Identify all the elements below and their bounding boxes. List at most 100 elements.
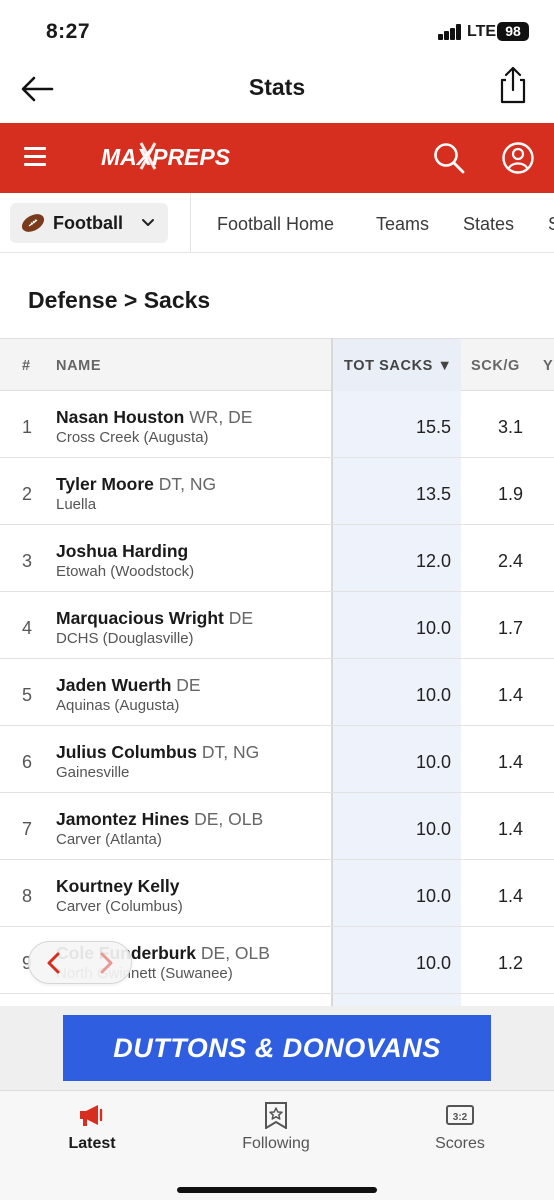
table-row[interactable]: 4 Marquacious Wright DE DCHS (Douglasvil…	[0, 592, 554, 659]
account-button[interactable]	[501, 141, 535, 175]
battery-icon: 98	[497, 22, 529, 41]
sck-per-game-value: 1.4	[497, 886, 523, 906]
status-time: 8:27	[46, 20, 91, 43]
table-row[interactable]: 6 Julius Columbus DT, NG Gainesville 10.…	[0, 726, 554, 793]
home-indicator	[177, 1187, 377, 1193]
brand-bar: MAXPREPS	[0, 123, 554, 193]
row-rank: 2	[22, 484, 33, 504]
table-row[interactable]: 5 Jaden Wuerth DE Aquinas (Augusta) 10.0…	[0, 659, 554, 726]
col-tot-sacks[interactable]: TOT SACKS ▼	[344, 358, 453, 374]
section-title: Defense > Sacks	[28, 287, 211, 313]
player-school[interactable]: Gainesville	[56, 764, 129, 781]
sck-per-game-value: 1.4	[497, 752, 523, 772]
sck-per-game-value: 3.1	[497, 417, 523, 437]
search-icon	[434, 143, 465, 174]
page-navigator	[28, 941, 132, 984]
sck-per-game-value: 1.4	[497, 685, 523, 705]
sport-selected-label: Football	[53, 213, 123, 233]
tab-scores[interactable]: 3:2 Scores	[368, 1091, 552, 1171]
player-name[interactable]: Tyler Moore DT, NG	[56, 474, 216, 495]
account-icon	[502, 142, 534, 174]
tot-sacks-value: 15.5	[415, 417, 451, 437]
ad-text: DUTTONS & DONOVANS	[113, 1033, 441, 1063]
ad-banner[interactable]: DUTTONS & DONOVANS	[63, 1015, 491, 1081]
megaphone-icon	[80, 1105, 103, 1126]
row-rank: 5	[22, 685, 33, 705]
table-row[interactable]: 3 Joshua Harding Etowah (Woodstock) 12.0…	[0, 525, 554, 592]
maxpreps-logo[interactable]: MAXPREPS	[101, 139, 231, 177]
tot-sacks-value: 13.5	[415, 484, 451, 504]
tot-sacks-value: 10.0	[415, 886, 451, 906]
stats-table: # NAME TOT SACKS ▼ SCK/G Y 1 Nasan Houst…	[0, 338, 554, 1006]
col-sck-per-game[interactable]: SCK/G	[471, 358, 520, 374]
chevron-left-icon[interactable]	[43, 951, 67, 975]
player-school[interactable]: Carver (Columbus)	[56, 898, 183, 915]
row-rank: 1	[22, 417, 33, 437]
divider	[190, 193, 191, 252]
tab-label-scores: Scores	[435, 1135, 485, 1152]
sck-per-game-value: 1.9	[497, 484, 523, 504]
player-position: DT, NG	[201, 742, 260, 762]
player-position: WR, DE	[189, 407, 253, 427]
nav-link-teams[interactable]: Teams	[376, 214, 429, 235]
row-rank: 4	[22, 618, 33, 638]
col-rank: #	[22, 358, 31, 374]
scoreboard-icon: 3:2	[446, 1105, 474, 1125]
table-row[interactable]: 1 Nasan Houston WR, DE Cross Creek (Augu…	[0, 391, 554, 458]
sport-selector[interactable]: Football	[10, 203, 168, 243]
chevron-right-icon[interactable]	[93, 951, 117, 975]
row-rank: 3	[22, 551, 33, 571]
sck-per-game-value: 1.7	[497, 618, 523, 638]
row-rank: 7	[22, 819, 33, 839]
player-name[interactable]: Kourtney Kelly	[56, 876, 180, 897]
signal-icon	[438, 24, 464, 40]
row-rank: 8	[22, 886, 33, 906]
player-position: DE	[176, 675, 201, 695]
col-next[interactable]: Y	[543, 358, 553, 374]
player-name[interactable]: Jaden Wuerth DE	[56, 675, 201, 696]
player-name[interactable]: Nasan Houston WR, DE	[56, 407, 252, 428]
sck-per-game-value: 1.4	[497, 819, 523, 839]
table-row[interactable]: 8 Kourtney Kelly Carver (Columbus) 10.0 …	[0, 860, 554, 927]
tot-sacks-value: 10.0	[415, 618, 451, 638]
status-bar: 8:27 LTE 98	[0, 0, 554, 64]
sck-per-game-value: 1.2	[497, 953, 523, 973]
share-icon	[500, 66, 526, 104]
table-header: # NAME TOT SACKS ▼ SCK/G Y	[0, 338, 554, 391]
table-row[interactable]: 7 Jamontez Hines DE, OLB Carver (Atlanta…	[0, 793, 554, 860]
svg-text:3:2: 3:2	[453, 1112, 468, 1123]
tab-latest[interactable]: Latest	[0, 1091, 184, 1171]
tab-label-following: Following	[242, 1135, 310, 1152]
player-school[interactable]: Carver (Atlanta)	[56, 831, 162, 848]
tab-label-latest: Latest	[68, 1135, 116, 1152]
nav-link-football-home[interactable]: Football Home	[217, 214, 334, 235]
player-school[interactable]: Luella	[56, 496, 96, 513]
ad-area: DUTTONS & DONOVANS	[0, 1006, 554, 1090]
app-header: Stats	[0, 60, 554, 118]
tot-sacks-value: 10.0	[415, 752, 451, 772]
search-button[interactable]	[432, 141, 466, 175]
col-name[interactable]: NAME	[56, 358, 101, 374]
football-icon	[21, 214, 45, 232]
player-name[interactable]: Marquacious Wright DE	[56, 608, 253, 629]
svg-text:MAXPREPS: MAXPREPS	[101, 144, 231, 170]
tab-following[interactable]: Following	[184, 1091, 368, 1171]
nav-link-states[interactable]: States	[463, 214, 514, 235]
tot-sacks-value: 10.0	[415, 819, 451, 839]
player-name[interactable]: Julius Columbus DT, NG	[56, 742, 259, 763]
bottom-tab-bar: Latest Following 3:2 Scores	[0, 1090, 554, 1200]
player-school[interactable]: Etowah (Woodstock)	[56, 563, 194, 580]
player-position: DE	[228, 608, 254, 628]
player-name[interactable]: Joshua Harding	[56, 541, 188, 562]
player-name[interactable]: Jamontez Hines DE, OLB	[56, 809, 263, 830]
nav-link-more[interactable]: S	[548, 214, 554, 235]
player-school[interactable]: Aquinas (Augusta)	[56, 697, 179, 714]
share-button[interactable]	[494, 64, 532, 106]
row-rank: 6	[22, 752, 33, 772]
player-school[interactable]: DCHS (Douglasville)	[56, 630, 194, 647]
sck-per-game-value: 2.4	[497, 551, 523, 571]
player-school[interactable]: Cross Creek (Augusta)	[56, 429, 209, 446]
table-row[interactable]: 2 Tyler Moore DT, NG Luella 13.5 1.9	[0, 458, 554, 525]
menu-icon[interactable]	[24, 147, 46, 166]
tot-sacks-value: 10.0	[415, 685, 451, 705]
